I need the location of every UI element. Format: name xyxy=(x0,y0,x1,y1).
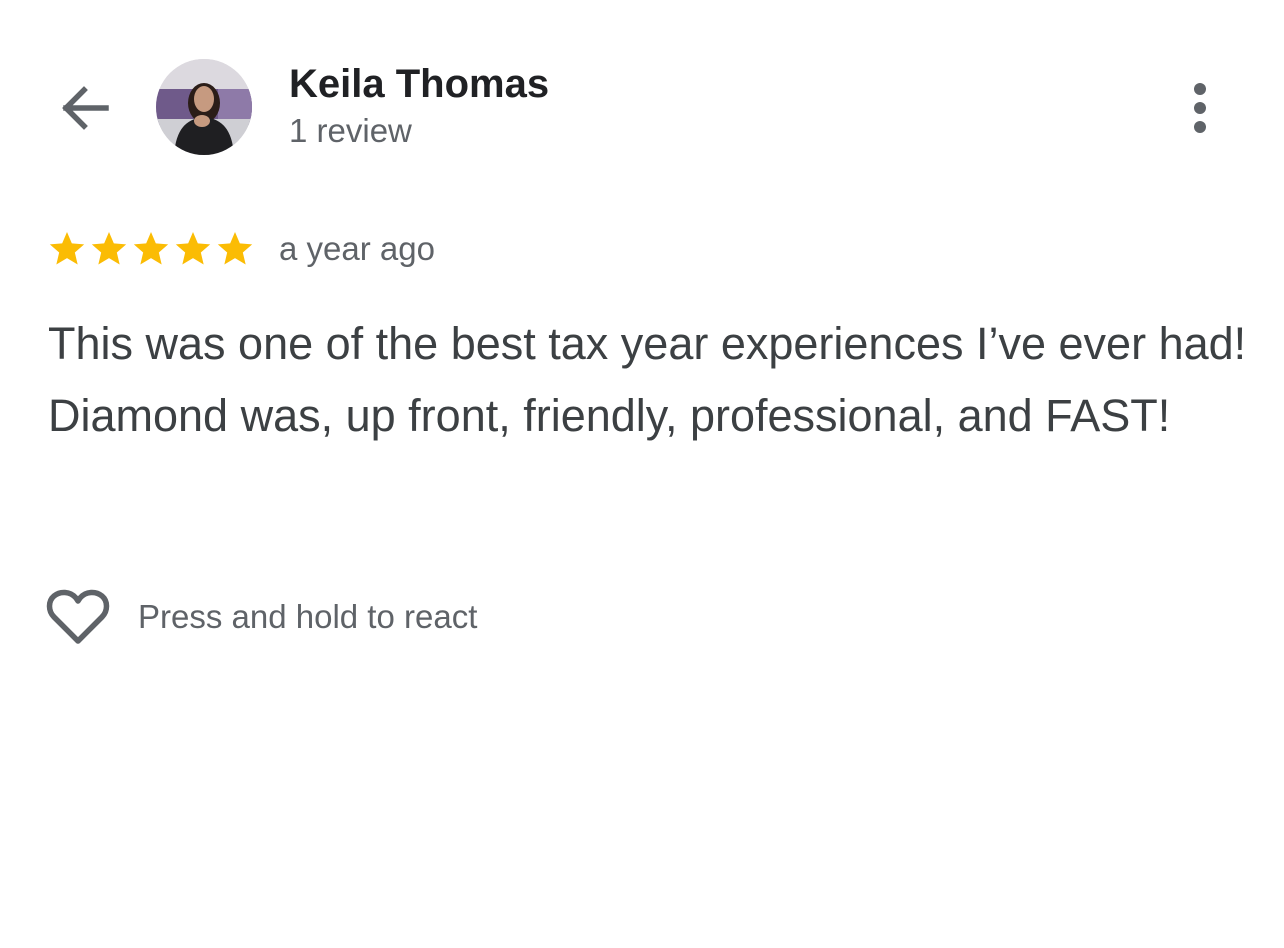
star-icon xyxy=(91,232,127,265)
react-label: Press and hold to react xyxy=(138,598,478,635)
star-icon xyxy=(133,232,169,265)
back-button[interactable] xyxy=(52,76,116,140)
star-icon xyxy=(175,232,211,265)
star-rating xyxy=(47,229,255,269)
heart-outline-icon xyxy=(46,589,110,644)
review-header: Keila Thomas 1 review xyxy=(0,0,1284,180)
star-icon xyxy=(217,232,253,265)
rating-row: a year ago xyxy=(47,226,435,272)
arrow-left-icon xyxy=(62,86,109,130)
author-name[interactable]: Keila Thomas xyxy=(289,60,549,108)
avatar[interactable] xyxy=(156,59,252,155)
review-text: This was one of the best tax year experi… xyxy=(48,318,1247,441)
more-options-button[interactable] xyxy=(1172,76,1228,140)
react-button[interactable]: Press and hold to react xyxy=(46,586,477,648)
review-count[interactable]: 1 review xyxy=(289,111,412,151)
review-date: a year ago xyxy=(279,230,435,267)
more-vertical-icon xyxy=(1194,83,1206,133)
profile-photo xyxy=(156,59,252,155)
star-icon xyxy=(49,232,85,265)
